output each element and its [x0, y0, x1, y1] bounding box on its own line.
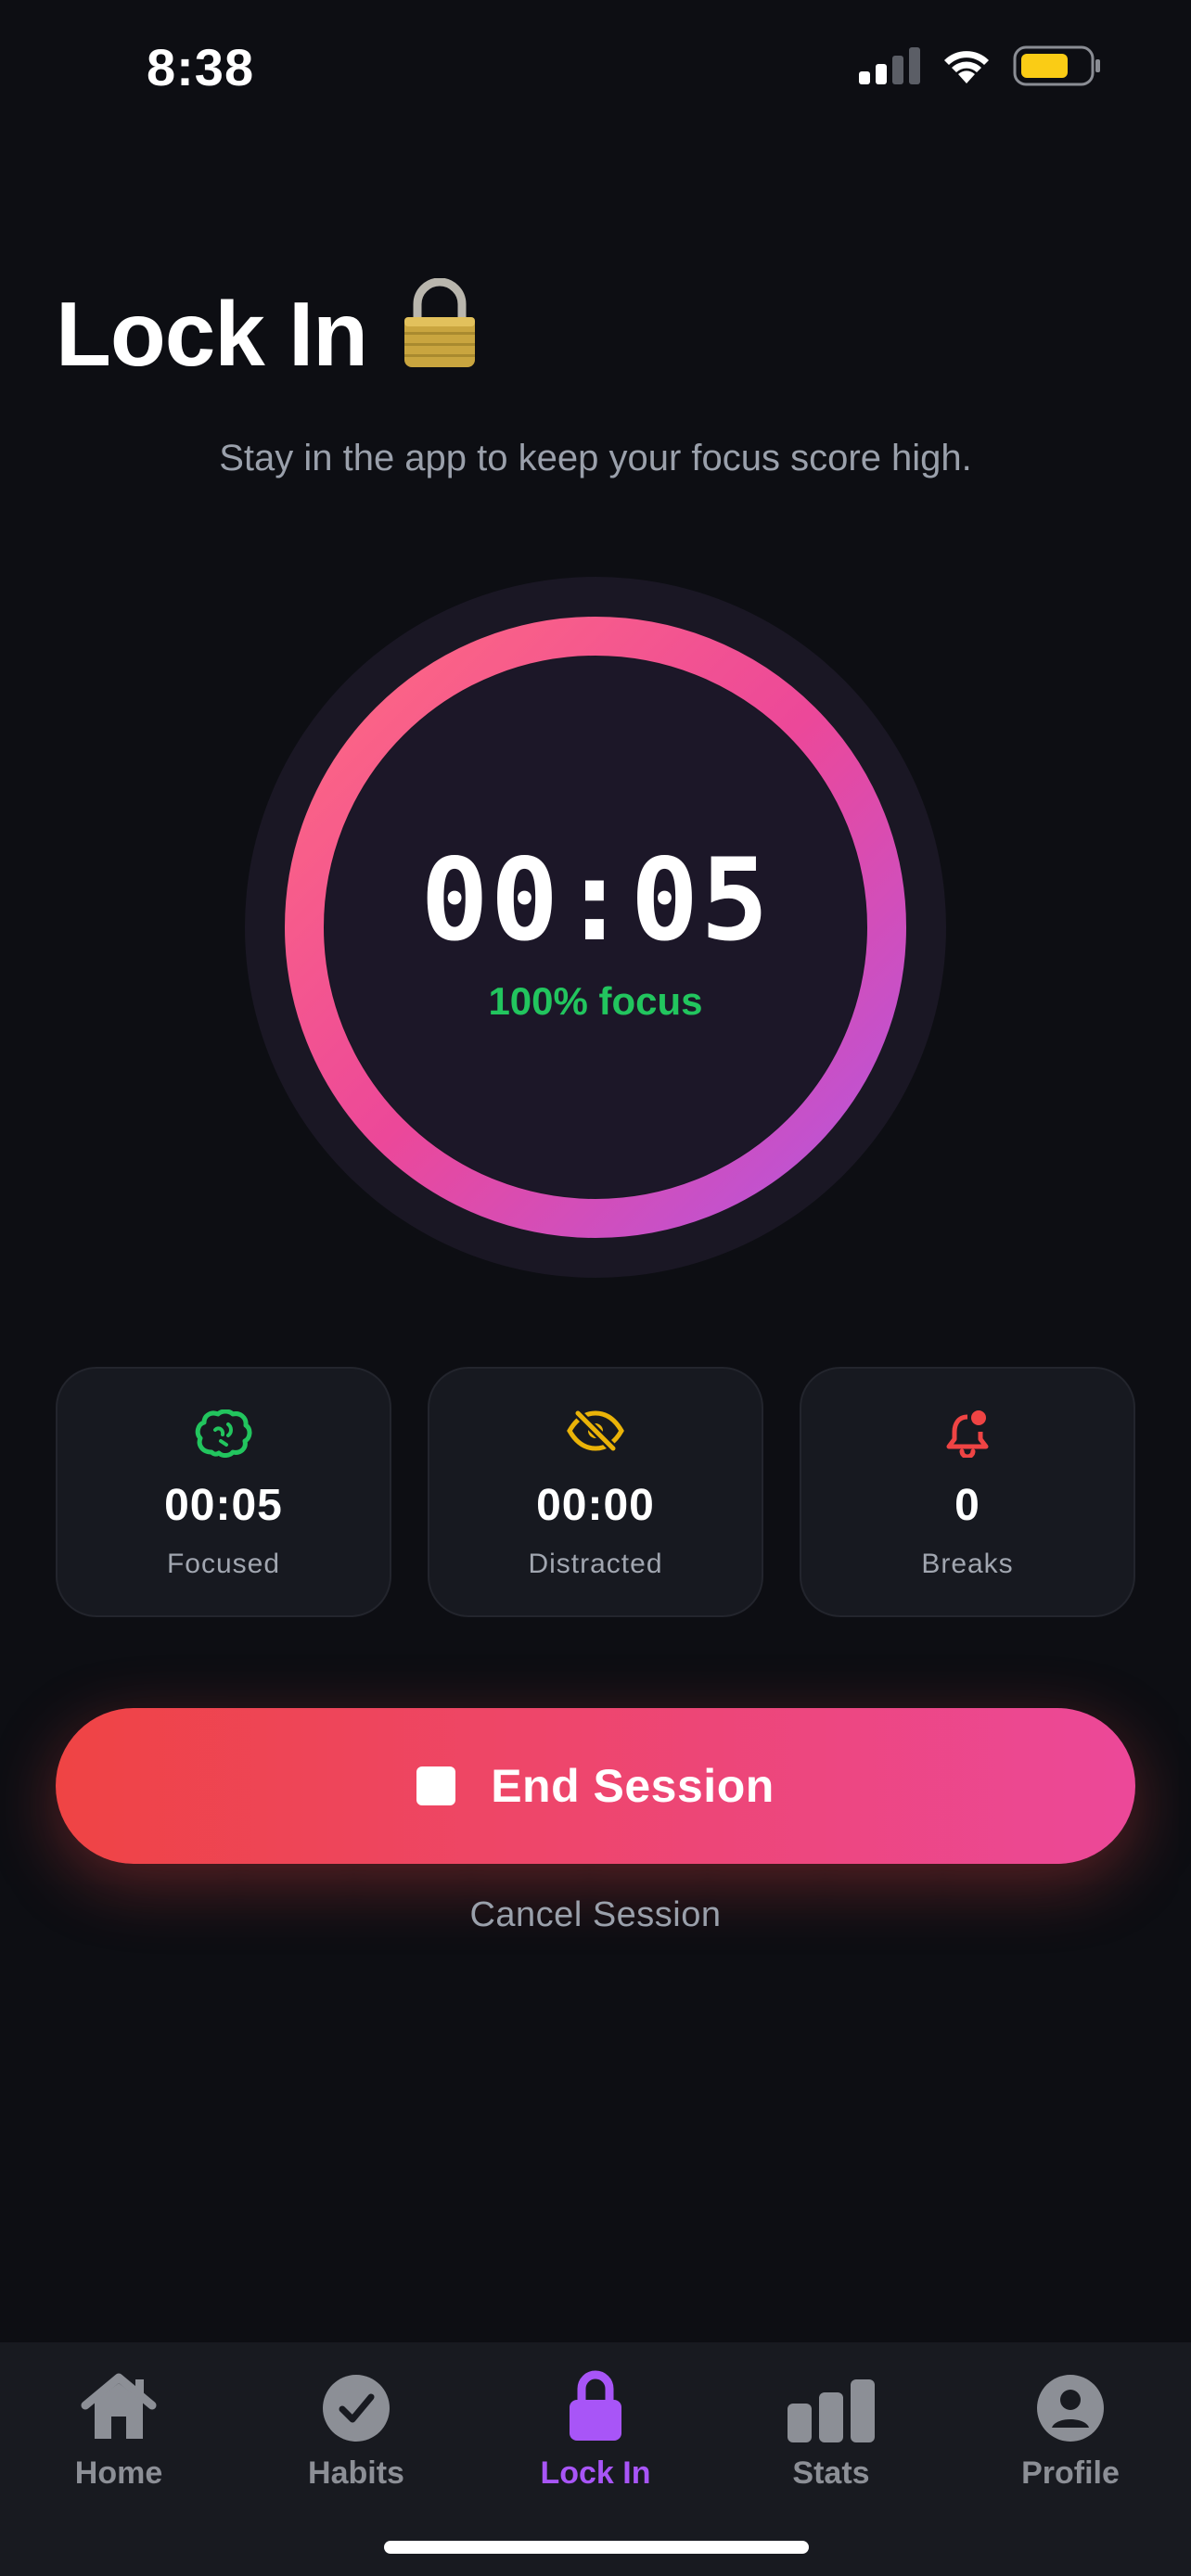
profile-icon	[1037, 2375, 1104, 2442]
tab-lock-in[interactable]: Lock In	[493, 2368, 698, 2492]
stat-value: 0	[954, 1481, 980, 1530]
status-time: 8:38	[147, 38, 255, 96]
focus-percentage: 100% focus	[488, 979, 703, 1023]
tab-stats[interactable]: Stats	[729, 2368, 933, 2492]
battery-icon	[1013, 45, 1100, 86]
tab-habits[interactable]: Habits	[254, 2368, 458, 2492]
home-indicator	[384, 2541, 809, 2554]
tab-home[interactable]: Home	[17, 2368, 221, 2492]
stat-card-focused: 00:05 Focused	[56, 1367, 391, 1617]
cancel-session-link[interactable]: Cancel Session	[0, 1895, 1191, 1935]
timer-display: 00:05	[420, 835, 771, 966]
tab-label: Lock In	[540, 2455, 651, 2491]
page-subtitle: Stay in the app to keep your focus score…	[219, 438, 972, 478]
page-title: Lock In	[56, 277, 479, 390]
tab-label: Stats	[792, 2455, 870, 2491]
stat-card-breaks: 0 Breaks	[800, 1367, 1135, 1617]
stat-value: 00:05	[164, 1481, 283, 1530]
tab-label: Home	[74, 2455, 163, 2491]
home-icon	[81, 2373, 157, 2439]
brain-icon	[195, 1409, 252, 1458]
stat-label: Focused	[166, 1549, 281, 1579]
padlock-icon	[401, 277, 479, 390]
tab-label: Habits	[308, 2455, 404, 2491]
lock-icon	[570, 2370, 621, 2441]
check-circle-icon	[323, 2375, 390, 2442]
status-icons	[859, 45, 1102, 87]
focus-timer: 00:05 100% focus	[243, 575, 948, 1280]
stop-icon	[416, 1766, 456, 1805]
wifi-icon	[944, 51, 989, 83]
stat-card-distracted: 00:00 Distracted	[428, 1367, 763, 1617]
bell-icon	[946, 1410, 989, 1458]
eye-off-icon	[567, 1409, 624, 1452]
stat-label: Distracted	[528, 1549, 663, 1579]
stat-label: Breaks	[921, 1549, 1014, 1579]
status-bar: 8:38	[0, 0, 1191, 139]
cellular-signal-icon	[859, 47, 920, 84]
page-title-text: Lock In	[56, 283, 368, 385]
stat-value: 00:00	[536, 1481, 655, 1530]
session-stats: 00:05 Focused 00:00 Distracted 0 Breaks	[56, 1367, 1135, 1617]
bar-chart-icon	[788, 2379, 875, 2442]
tab-label: Profile	[1021, 2455, 1120, 2491]
end-session-button[interactable]: End Session	[56, 1708, 1135, 1864]
tab-profile[interactable]: Profile	[968, 2368, 1172, 2492]
end-session-label: End Session	[491, 1760, 775, 1812]
